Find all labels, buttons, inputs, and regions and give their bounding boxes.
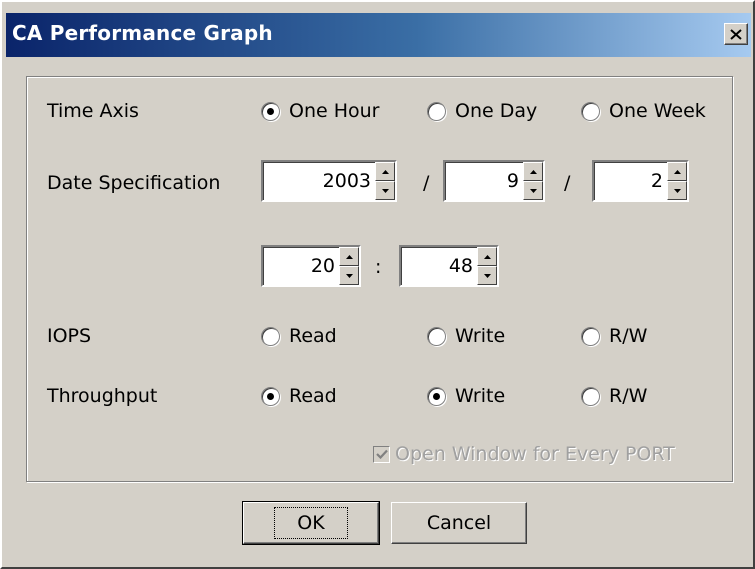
radio-indicator — [427, 101, 446, 121]
month-spin-buttons — [523, 162, 543, 200]
day-input[interactable] — [594, 162, 667, 200]
hour-up-button[interactable] — [339, 247, 359, 266]
minute-spinner — [399, 245, 499, 287]
day-spin-buttons — [667, 162, 687, 200]
title-bar[interactable]: CA Performance Graph — [6, 13, 751, 57]
close-button[interactable] — [724, 23, 748, 45]
arrow-down-icon — [673, 188, 681, 193]
radio-label: R/W — [609, 325, 648, 347]
month-input[interactable] — [445, 162, 523, 200]
dialog-window: CA Performance Graph Time Axis One Hour … — [0, 0, 755, 569]
time-separator: : — [375, 256, 382, 278]
ok-button-label: OK — [274, 507, 348, 539]
arrow-up-icon — [345, 254, 353, 259]
radio-throughput-rw[interactable]: R/W — [581, 385, 647, 407]
radio-indicator — [427, 386, 446, 406]
month-spinner — [443, 160, 545, 202]
settings-group — [26, 76, 733, 482]
radio-indicator — [427, 326, 446, 346]
radio-time-one-hour[interactable]: One Hour — [261, 100, 380, 122]
ok-button[interactable]: OK — [242, 501, 380, 545]
cancel-button[interactable]: Cancel — [391, 502, 527, 544]
checkbox-indicator — [373, 445, 390, 463]
radio-time-one-week[interactable]: One Week — [581, 100, 706, 122]
hour-spinner — [261, 245, 361, 287]
arrow-up-icon — [529, 169, 537, 174]
arrow-down-icon — [345, 273, 353, 278]
hour-down-button[interactable] — [339, 266, 359, 285]
year-down-button[interactable] — [375, 181, 395, 200]
time-axis-label: Time Axis — [47, 100, 139, 122]
radio-indicator — [261, 326, 280, 346]
date-separator: / — [423, 172, 430, 194]
radio-throughput-write[interactable]: Write — [427, 385, 505, 407]
window-title: CA Performance Graph — [12, 21, 273, 45]
arrow-down-icon — [381, 188, 389, 193]
minute-input[interactable] — [401, 247, 477, 285]
checkmark-icon — [375, 449, 388, 459]
radio-label: One Hour — [289, 100, 380, 122]
open-window-label: Open Window for Every PORT — [395, 443, 675, 465]
minute-up-button[interactable] — [477, 247, 497, 266]
hour-input[interactable] — [263, 247, 339, 285]
radio-iops-read[interactable]: Read — [261, 325, 337, 347]
arrow-up-icon — [673, 169, 681, 174]
month-down-button[interactable] — [523, 181, 543, 200]
radio-throughput-read[interactable]: Read — [261, 385, 337, 407]
date-spec-label: Date Specification — [47, 172, 221, 194]
throughput-label: Throughput — [47, 385, 158, 407]
cancel-button-label: Cancel — [426, 512, 492, 534]
radio-label: Write — [455, 385, 506, 407]
radio-iops-rw[interactable]: R/W — [581, 325, 647, 347]
iops-label: IOPS — [47, 325, 92, 347]
year-input[interactable] — [263, 162, 375, 200]
minute-down-button[interactable] — [477, 266, 497, 285]
radio-iops-write[interactable]: Write — [427, 325, 505, 347]
day-up-button[interactable] — [667, 162, 687, 181]
radio-label: One Day — [455, 100, 538, 122]
year-spin-buttons — [375, 162, 395, 200]
radio-indicator — [581, 101, 600, 121]
year-spinner — [261, 160, 397, 202]
arrow-up-icon — [381, 169, 389, 174]
month-up-button[interactable] — [523, 162, 543, 181]
radio-label: Read — [289, 325, 337, 347]
close-icon — [730, 28, 742, 40]
radio-label: Read — [289, 385, 337, 407]
radio-indicator — [261, 386, 280, 406]
arrow-up-icon — [483, 254, 491, 259]
radio-label: One Week — [609, 100, 706, 122]
radio-time-one-day[interactable]: One Day — [427, 100, 537, 122]
radio-indicator — [581, 326, 600, 346]
radio-label: R/W — [609, 385, 648, 407]
day-spinner — [592, 160, 689, 202]
open-window-checkbox[interactable]: Open Window for Every PORT — [373, 443, 675, 465]
hour-spin-buttons — [339, 247, 359, 285]
radio-indicator — [261, 101, 280, 121]
date-separator: / — [564, 172, 571, 194]
day-down-button[interactable] — [667, 181, 687, 200]
minute-spin-buttons — [477, 247, 497, 285]
arrow-down-icon — [483, 273, 491, 278]
arrow-down-icon — [529, 188, 537, 193]
year-up-button[interactable] — [375, 162, 395, 181]
radio-indicator — [581, 386, 600, 406]
radio-label: Write — [455, 325, 506, 347]
